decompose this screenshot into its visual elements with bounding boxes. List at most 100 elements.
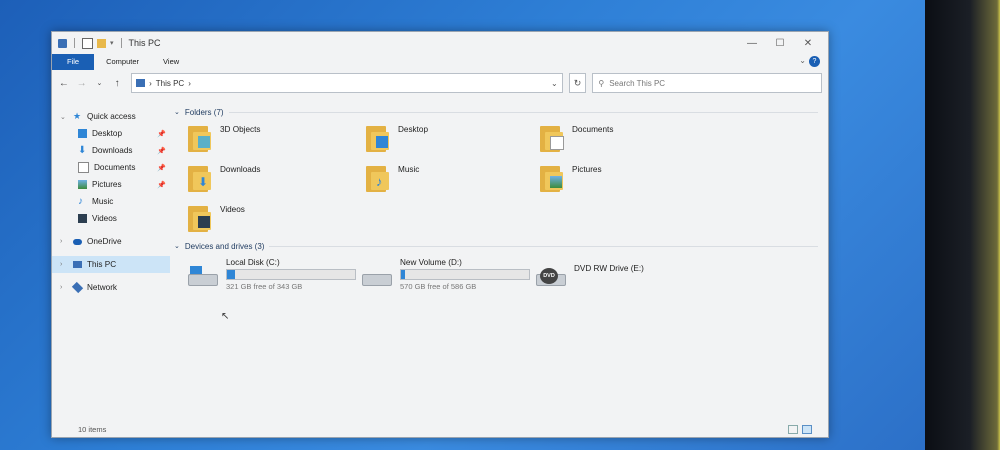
- quick-access-toolbar: ▾: [58, 37, 125, 49]
- folder-label: Downloads: [220, 165, 261, 174]
- expand-ribbon-icon[interactable]: ⌄: [799, 56, 806, 65]
- sidebar-item-quick-access[interactable]: ⌄ ★ Quick access: [52, 108, 170, 125]
- tab-computer[interactable]: Computer: [94, 54, 151, 70]
- divider: [228, 111, 818, 113]
- folders-group-header[interactable]: ⌄ Folders (7): [174, 106, 828, 118]
- documents-folder-icon: [540, 122, 566, 152]
- folder-downloads[interactable]: ⬇ Downloads: [188, 162, 366, 198]
- this-pc-icon: [73, 261, 82, 268]
- folder-documents[interactable]: Documents: [540, 122, 714, 158]
- drive-name: Local Disk (C:): [226, 258, 280, 267]
- drive-name: DVD RW Drive (E:): [574, 264, 644, 273]
- music-note-icon: ♪: [78, 196, 83, 207]
- drives-list: Local Disk (C:) 321 GB free of 343 GB Ne…: [174, 258, 828, 291]
- sidebar-item-videos[interactable]: Videos: [52, 210, 170, 227]
- chevron-right-icon[interactable]: ›: [60, 238, 68, 245]
- details-view-icon[interactable]: [788, 425, 798, 434]
- maximize-button[interactable]: ☐: [766, 38, 794, 49]
- chevron-down-icon[interactable]: ⌄: [174, 108, 180, 116]
- back-button[interactable]: ←: [58, 78, 70, 89]
- refresh-button[interactable]: ↻: [568, 73, 587, 93]
- pin-icon[interactable]: 📌: [157, 164, 166, 172]
- folder-music[interactable]: ♪ Music: [366, 162, 540, 198]
- chevron-right-icon[interactable]: ›: [60, 261, 68, 268]
- drive-d[interactable]: New Volume (D:) 570 GB free of 586 GB: [362, 258, 536, 291]
- new-folder-icon[interactable]: [97, 38, 106, 48]
- windows-drive-icon: [188, 266, 218, 288]
- desktop-folder-icon: [366, 122, 392, 152]
- address-history-dropdown-icon[interactable]: ⌄: [551, 79, 558, 88]
- chevron-down-icon[interactable]: ⌄: [174, 242, 180, 250]
- sidebar-item-desktop[interactable]: Desktop 📌: [52, 125, 170, 142]
- star-icon: ★: [73, 111, 82, 121]
- chevron-right-icon[interactable]: ›: [60, 284, 68, 291]
- properties-icon[interactable]: [82, 37, 93, 49]
- cloud-icon: [73, 238, 82, 245]
- up-button[interactable]: ↑: [111, 78, 123, 89]
- divider: [74, 38, 75, 48]
- drives-group-header[interactable]: ⌄ Devices and drives (3): [174, 240, 828, 252]
- folder-label: Videos: [220, 205, 245, 214]
- sidebar-item-label: OneDrive: [87, 237, 122, 246]
- pin-icon[interactable]: 📌: [157, 130, 166, 138]
- pictures-folder-icon: [540, 162, 566, 192]
- search-box[interactable]: ⚲ Search This PC: [592, 73, 822, 93]
- sidebar-item-network[interactable]: › Network: [52, 279, 170, 296]
- tab-file[interactable]: File: [52, 54, 95, 70]
- this-pc-icon: [58, 38, 67, 48]
- network-icon: [71, 281, 84, 294]
- sidebar-item-downloads[interactable]: ⬇ Downloads 📌: [52, 142, 170, 159]
- pictures-icon: [78, 180, 87, 189]
- drive-usage-fill: [227, 270, 235, 279]
- close-button[interactable]: ✕: [794, 38, 822, 49]
- pin-icon[interactable]: 📌: [157, 147, 166, 155]
- drive-usage-fill: [401, 270, 405, 279]
- ribbon-tabs: File Computer View ⌄ ?: [52, 54, 828, 70]
- folder-label: Desktop: [398, 125, 429, 134]
- monitor-bezel: [925, 0, 1000, 450]
- folders-grid: 3D Objects Desktop Documents ⬇ Downloads…: [174, 122, 828, 238]
- sidebar-item-label: Videos: [92, 214, 117, 223]
- breadcrumb-this-pc[interactable]: This PC: [156, 79, 184, 88]
- drive-c[interactable]: Local Disk (C:) 321 GB free of 343 GB: [188, 258, 362, 291]
- sidebar-item-music[interactable]: ♪ Music: [52, 193, 170, 210]
- folders-group-title: Folders (7): [184, 107, 224, 117]
- breadcrumb-chevron-icon[interactable]: ›: [149, 79, 152, 88]
- pin-icon[interactable]: 📌: [157, 181, 166, 189]
- sidebar-item-onedrive[interactable]: › OneDrive: [52, 233, 170, 250]
- drive-e[interactable]: DVD DVD RW Drive (E:): [536, 258, 710, 291]
- sidebar-item-documents[interactable]: Documents 📌: [52, 159, 170, 176]
- sidebar-item-this-pc[interactable]: › This PC: [52, 256, 170, 273]
- drive-free-space: 570 GB free of 586 GB: [400, 282, 477, 291]
- tab-view[interactable]: View: [151, 54, 191, 70]
- folder-videos[interactable]: Videos: [188, 202, 366, 238]
- chevron-down-icon[interactable]: ⌄: [60, 113, 68, 121]
- address-bar[interactable]: › This PC › ⌄: [131, 73, 563, 93]
- minimize-button[interactable]: —: [738, 38, 766, 49]
- sidebar-item-pictures[interactable]: Pictures 📌: [52, 176, 170, 193]
- hard-drive-icon: [362, 266, 392, 288]
- video-film-icon: [78, 214, 87, 223]
- recent-locations-icon[interactable]: ⌄: [94, 79, 106, 87]
- folder-desktop[interactable]: Desktop: [366, 122, 540, 158]
- sidebar-item-label: Pictures: [92, 180, 122, 189]
- drives-group-title: Devices and drives (3): [184, 241, 265, 251]
- videos-folder-icon: [188, 202, 214, 232]
- help-icon[interactable]: ?: [809, 56, 820, 67]
- breadcrumb-chevron-icon[interactable]: ›: [188, 79, 191, 88]
- folder-pictures[interactable]: Pictures: [540, 162, 714, 198]
- sidebar-item-label: Quick access: [87, 112, 136, 121]
- drive-name: New Volume (D:): [400, 258, 462, 267]
- navigation-pane: ⌄ ★ Quick access Desktop 📌 ⬇ Downloads 📌…: [52, 96, 170, 423]
- navigation-bar: ← → ⌄ ↑ › This PC › ⌄ ↻ ⚲ Search This PC: [52, 70, 828, 96]
- sidebar-item-label: Desktop: [92, 129, 123, 138]
- sidebar-item-label: This PC: [87, 260, 117, 269]
- divider: [269, 245, 818, 247]
- sidebar-item-label: Documents: [94, 163, 136, 172]
- forward-button[interactable]: →: [76, 78, 88, 89]
- large-icons-view-icon[interactable]: [802, 425, 812, 434]
- document-icon: [78, 162, 89, 173]
- customize-toolbar-icon[interactable]: ▾: [110, 39, 114, 47]
- folder-3d-objects[interactable]: 3D Objects: [188, 122, 366, 158]
- drive-usage-bar: [400, 269, 530, 280]
